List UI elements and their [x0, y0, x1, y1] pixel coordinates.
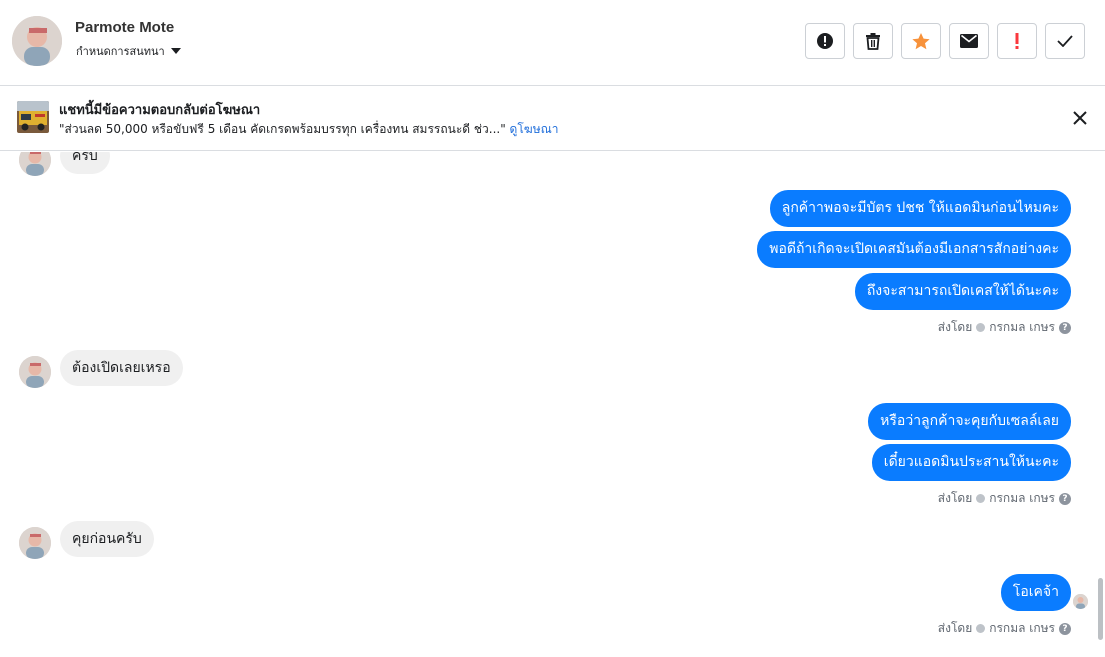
alert-circle-icon — [817, 33, 833, 49]
mark-done-button[interactable] — [1045, 23, 1085, 59]
outgoing-message[interactable]: ถึงจะสามารถเปิดเคสให้ได้นะคะ — [854, 273, 1071, 310]
star-button[interactable] — [901, 23, 941, 59]
outgoing-message[interactable]: หรือว่าลูกค้าจะคุยกับเซลล์เลย — [868, 403, 1071, 440]
ad-banner-title: แชทนี้มีข้อความตอบกลับต่อโฆษณา — [59, 103, 261, 118]
help-icon[interactable]: ? — [1059, 492, 1071, 505]
mark-spam-button[interactable] — [805, 23, 845, 59]
incoming-message[interactable]: คุยก่อนครับ — [60, 521, 154, 557]
seen-avatar — [1073, 594, 1088, 609]
exclamation-icon — [1015, 33, 1019, 49]
view-ad-link[interactable]: ดูโฆษณา — [510, 122, 559, 136]
outgoing-message[interactable]: โอเคจ้า — [1000, 574, 1071, 611]
check-icon — [1057, 35, 1073, 47]
sent-by-agent: กรกมล เกษร — [989, 491, 1055, 505]
trash-icon — [866, 33, 880, 50]
ad-quote: "ส่วนลด 50,000 หรือขับฟรี 5 เดือน คัดเกร… — [59, 122, 506, 136]
assign-conversation-dropdown[interactable]: กำหนดการสนทนา — [76, 42, 181, 60]
contact-avatar-small — [19, 356, 51, 388]
star-icon — [912, 32, 930, 49]
contact-avatar[interactable] — [12, 16, 62, 66]
caret-down-icon — [170, 48, 181, 54]
ad-thumbnail[interactable] — [17, 101, 49, 133]
follow-up-button[interactable] — [997, 23, 1037, 59]
ad-banner-text: "ส่วนลด 50,000 หรือขับฟรี 5 เดือน คัดเกร… — [59, 120, 558, 139]
envelope-icon — [960, 34, 978, 48]
conversation-toolbar — [805, 23, 1085, 59]
outgoing-message[interactable]: เดี๋ยวแอดมินประสานให้นะคะ — [871, 444, 1071, 481]
agent-status-icon — [976, 323, 986, 332]
incoming-message[interactable]: ครับ — [60, 152, 110, 174]
contact-avatar-small — [19, 152, 51, 176]
sent-by-info: ส่งโดย กรกมล เกษร ? — [938, 318, 1071, 337]
incoming-message[interactable]: ต้องเปิดเลยเหรอ — [60, 350, 183, 386]
sent-by-agent: กรกมล เกษร — [989, 320, 1055, 334]
close-icon[interactable] — [1071, 109, 1089, 127]
delete-button[interactable] — [853, 23, 893, 59]
assign-conversation-label: กำหนดการสนทนา — [76, 45, 165, 58]
sent-by-info: ส่งโดย กรกมล เกษร ? — [938, 489, 1071, 508]
help-icon[interactable]: ? — [1059, 321, 1071, 334]
message-thread[interactable]: ครับ ลูกค้าาพอจะมีบัตร ปชช ให้แอดมินก่อน… — [0, 152, 1105, 657]
outgoing-message[interactable]: ลูกค้าาพอจะมีบัตร ปชช ให้แอดมินก่อนไหมคะ — [769, 190, 1071, 227]
sent-by-agent: กรกมล เกษร — [989, 621, 1055, 635]
sent-by-label: ส่งโดย — [937, 621, 973, 635]
sent-by-info: ส่งโดย กรกมล เกษร ? — [938, 619, 1071, 638]
conversation-header: Parmote Mote กำหนดการสนทนา — [0, 0, 1105, 86]
ad-reply-banner: แชทนี้มีข้อความตอบกลับต่อโฆษณา "ส่วนลด 5… — [0, 87, 1105, 151]
mark-unread-button[interactable] — [949, 23, 989, 59]
sent-by-label: ส่งโดย — [937, 320, 973, 334]
contact-name[interactable]: Parmote Mote — [75, 19, 174, 36]
help-icon[interactable]: ? — [1059, 622, 1071, 635]
sent-by-label: ส่งโดย — [937, 491, 973, 505]
agent-status-icon — [976, 494, 986, 503]
scrollbar-thumb[interactable] — [1098, 578, 1103, 640]
contact-avatar-small — [19, 527, 51, 559]
agent-status-icon — [976, 624, 986, 633]
outgoing-message[interactable]: พอดีถ้าเกิดจะเปิดเคสมันต้องมีเอกสารสักอย… — [757, 231, 1071, 268]
